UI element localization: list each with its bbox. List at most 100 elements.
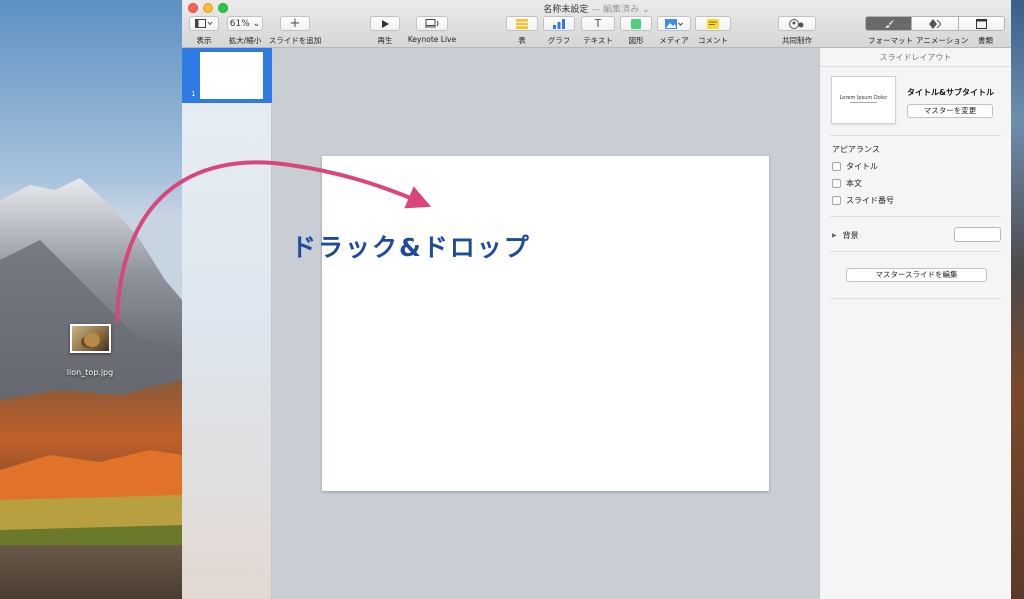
paintbrush-icon [884,19,894,28]
shape-label: 図形 [628,36,644,45]
table-icon [516,18,528,29]
divider [830,216,1001,217]
text-label: テキスト [583,36,613,45]
slide-canvas [272,48,819,599]
zoom-select[interactable]: 61% ⌄ [227,16,263,31]
appearance-section-title: アピアランス [832,145,880,154]
comment-label: コメント [698,36,728,45]
collaborate-people-icon [789,18,804,29]
collaborate-tool[interactable]: 共同制作 [778,16,816,46]
plus-icon: + [289,16,301,31]
title-checkbox-label: タイトル [846,162,878,171]
add-slide-tool[interactable]: + スライドを追加 [268,16,322,46]
divider [830,135,1001,136]
slide-navigator: 1 [182,48,272,599]
play-button[interactable] [370,16,400,31]
play-label: 再生 [377,36,393,45]
option-slide-number[interactable]: スライド番号 [832,195,894,206]
document-icon [975,18,987,29]
layout-name: タイトル&サブタイトル [907,88,994,97]
format-label: フォーマット [868,36,913,45]
chart-label: グラフ [547,36,571,45]
media-label: メディア [659,36,689,45]
edit-master-slide-button[interactable]: マスタースライドを編集 [846,268,987,282]
document-label: 書類 [978,36,993,45]
table-tool[interactable]: 表 [506,16,538,46]
document-title: 名称未設定 — 編集済み ⌄ [182,2,1011,15]
view-button[interactable] [189,16,219,31]
text-t-icon: T [594,17,602,30]
disclosure-triangle-icon: ▶ [832,232,837,239]
tab-document[interactable] [958,17,1004,30]
document-status: — 編集済み ⌄ [591,5,650,15]
tab-format[interactable] [866,17,913,30]
animation-diamond-icon [928,18,941,29]
wallpaper-edge [1010,0,1024,599]
file-name-label: lion_top.jpg [66,368,114,377]
animate-label: アニメーション [916,36,969,45]
mountain-wallpaper [0,0,182,599]
broadcast-screen-icon [425,19,439,28]
media-tool[interactable]: メディア [657,16,691,46]
background-color-well[interactable] [954,227,1001,242]
media-button[interactable] [657,16,691,31]
preview-subtitle-line [850,102,877,103]
title-checkbox[interactable] [832,162,841,171]
add-slide-label: スライドを追加 [268,36,322,45]
divider [830,251,1001,252]
body-checkbox[interactable] [832,179,841,188]
bar-chart-icon [553,18,565,29]
sidebar-view-icon [195,19,213,28]
zoom-label: 拡大/縮小 [228,36,262,45]
background-disclosure[interactable]: ▶ 背景 [832,230,859,241]
zoom-tool[interactable]: 61% ⌄ 拡大/縮小 [227,16,263,46]
comment-button[interactable] [695,16,731,31]
slide-thumbnail[interactable] [200,52,263,99]
play-icon [382,19,389,28]
slide-number: 1 [191,90,196,98]
change-master-button[interactable]: マスターを変更 [907,104,993,118]
collaborate-label: 共同制作 [782,36,812,45]
media-photo-icon [665,18,683,29]
add-slide-button[interactable]: + [280,16,310,31]
shape-tool[interactable]: 図形 [620,16,652,46]
comment-tool[interactable]: コメント [695,16,731,46]
table-label: 表 [518,36,526,45]
document-name: 名称未設定 [543,5,589,15]
body-checkbox-label: 本文 [846,179,862,188]
slide-number-checkbox[interactable] [832,196,841,205]
chart-button[interactable] [543,16,575,31]
shape-square-icon [631,18,641,29]
background-label: 背景 [842,231,859,240]
chart-tool[interactable]: グラフ [543,16,575,46]
inspector-header: スライドレイアウト [820,48,1011,67]
slide-thumbnail-row[interactable]: 1 [182,48,272,103]
view-label: 表示 [196,36,212,45]
desktop-file-icon[interactable]: lion_top.jpg [60,324,120,377]
toolbar: 名称未設定 — 編集済み ⌄ 表示 61% ⌄ 拡大/縮小 + スライドを追加 … [182,0,1011,48]
keynote-live-tool[interactable]: Keynote Live [406,16,458,44]
option-body[interactable]: 本文 [832,178,862,189]
divider [830,298,1001,299]
keynote-live-button[interactable] [416,16,448,31]
master-layout-preview[interactable]: Lorem Ipsum Dolor [831,76,896,124]
play-tool[interactable]: 再生 [370,16,400,46]
comment-note-icon [707,18,719,29]
shape-button[interactable] [620,16,652,31]
drag-and-drop-caption: ドラック&ドロップ [291,233,531,262]
option-title[interactable]: タイトル [832,161,878,172]
image-thumbnail-icon [69,324,111,353]
tab-animate[interactable] [912,17,959,30]
preview-title-text: Lorem Ipsum Dolor [839,95,888,101]
collaborate-button[interactable] [778,16,816,31]
keynote-live-label: Keynote Live [407,35,457,44]
format-inspector: スライドレイアウト Lorem Ipsum Dolor タイトル&サブタイトル … [819,48,1011,599]
inspector-tabs [865,16,1005,31]
table-button[interactable] [506,16,538,31]
text-button[interactable]: T [581,16,615,31]
view-tool[interactable]: 表示 [189,16,219,46]
text-tool[interactable]: T テキスト [581,16,615,46]
keynote-window: 名称未設定 — 編集済み ⌄ 表示 61% ⌄ 拡大/縮小 + スライドを追加 … [182,0,1011,599]
slide-number-checkbox-label: スライド番号 [846,196,894,205]
slide[interactable] [322,156,769,491]
